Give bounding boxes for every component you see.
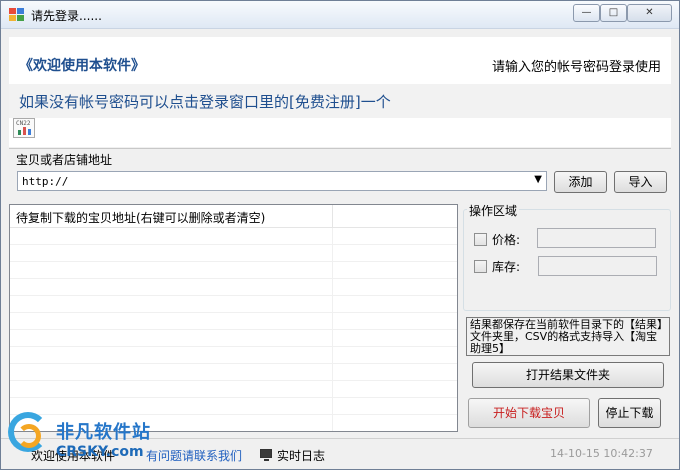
window-title: 请先登录...... [31,9,102,23]
open-results-folder-button[interactable]: 打开结果文件夹 [472,362,664,388]
minimize-button[interactable]: — [573,4,600,22]
monitor-icon [260,449,272,461]
price-label[interactable]: 价格: [492,231,520,248]
welcome-text: 《欢迎使用本软件》 [19,58,145,74]
address-label: 宝贝或者店铺地址 [16,153,113,167]
main-window: 请先登录...... — □ ✕ 《欢迎使用本软件》 请输入您的帐号密码登录使用… [0,0,680,470]
start-download-button[interactable]: 开始下载宝贝 [468,398,590,428]
add-button[interactable]: 添加 [554,171,607,193]
maximize-button[interactable]: □ [600,4,627,22]
price-checkbox[interactable] [474,233,487,246]
realtime-log-link[interactable]: 实时日志 [277,447,325,464]
stop-download-button[interactable]: 停止下载 [598,398,661,428]
stock-input[interactable] [538,256,657,276]
stock-label[interactable]: 库存: [492,258,520,275]
banner-panel: 《欢迎使用本软件》 请输入您的帐号密码登录使用 如果没有帐号密码可以点击登录窗口… [9,37,671,147]
scroll-notice: 如果没有帐号密码可以点击登录窗口里的[免费注册]一个 [9,84,671,118]
divider [9,148,671,149]
contact-link[interactable]: 有问题请联系我们 [146,447,242,464]
login-hint: 请输入您的帐号密码登录使用 [491,60,661,75]
import-button[interactable]: 导入 [614,171,667,193]
title-bar: 请先登录...... — □ ✕ [1,1,679,29]
status-time: 14-10-15 10:42:37 [550,447,653,460]
url-list[interactable]: 待复制下载的宝贝地址(右键可以删除或者清空) [9,204,458,432]
dropdown-arrow-icon[interactable]: ▼ [534,174,542,185]
list-header[interactable]: 待复制下载的宝贝地址(右键可以删除或者清空) [10,205,457,228]
close-button[interactable]: ✕ [627,4,672,22]
status-bar: 欢迎使用本软件 有问题请联系我们 实时日志 14-10-15 10:42:37 [1,438,679,469]
app-icon [9,8,25,22]
operation-group-title: 操作区域 [467,202,520,219]
list-column-header[interactable]: 待复制下载的宝贝地址(右键可以删除或者清空) [16,209,265,226]
price-input[interactable] [537,228,656,248]
chart-icon-label: CN22 [16,120,31,127]
status-welcome: 欢迎使用本软件 [31,449,116,463]
address-value: http:// [22,175,69,188]
chart-icon[interactable]: CN22 [13,118,35,138]
scroll-notice-text: 如果没有帐号密码可以点击登录窗口里的[免费注册]一个 [19,93,391,111]
stock-checkbox[interactable] [474,260,487,273]
save-location-note: 结果都保存在当前软件目录下的【结果】文件夹里，CSV的格式支持导入【淘宝助理5】 [466,317,670,356]
address-combobox[interactable]: http:// ▼ [17,171,547,191]
list-body[interactable] [10,228,457,431]
